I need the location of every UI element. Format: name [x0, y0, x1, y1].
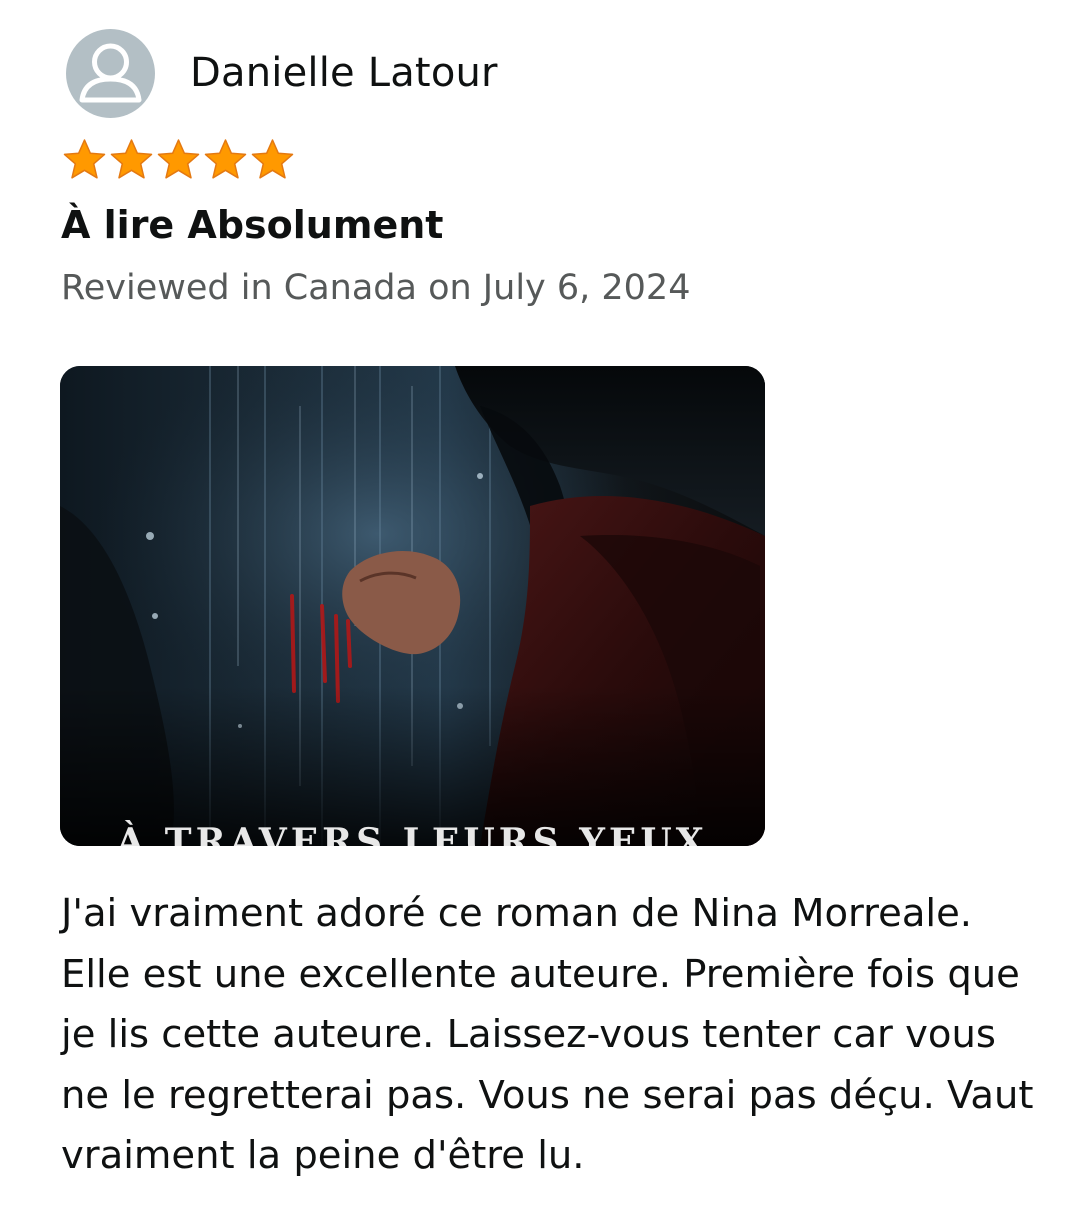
reviewer-name[interactable]: Danielle Latour — [190, 50, 498, 96]
star-icon — [157, 139, 200, 179]
person-icon — [79, 43, 142, 102]
avatar[interactable] — [66, 28, 155, 118]
review-title: À lire Absolument — [61, 203, 444, 247]
star-icon — [63, 139, 106, 179]
image-caption: À TRAVERS LEURS YEUX — [115, 821, 707, 846]
customer-review: Danielle Latour À lire Absolument Review… — [0, 0, 1080, 1210]
review-date: Reviewed in Canada on July 6, 2024 — [61, 268, 691, 308]
star-icon — [204, 139, 247, 179]
review-body: J'ai vraiment adoré ce roman de Nina Mor… — [61, 891, 1034, 1178]
star-icon — [251, 139, 294, 179]
star-rating — [61, 137, 296, 181]
star-icon — [110, 139, 153, 179]
reviewer-header: Danielle Latour — [66, 28, 498, 118]
review-image[interactable]: À TRAVERS LEURS YEUX — [60, 366, 765, 846]
